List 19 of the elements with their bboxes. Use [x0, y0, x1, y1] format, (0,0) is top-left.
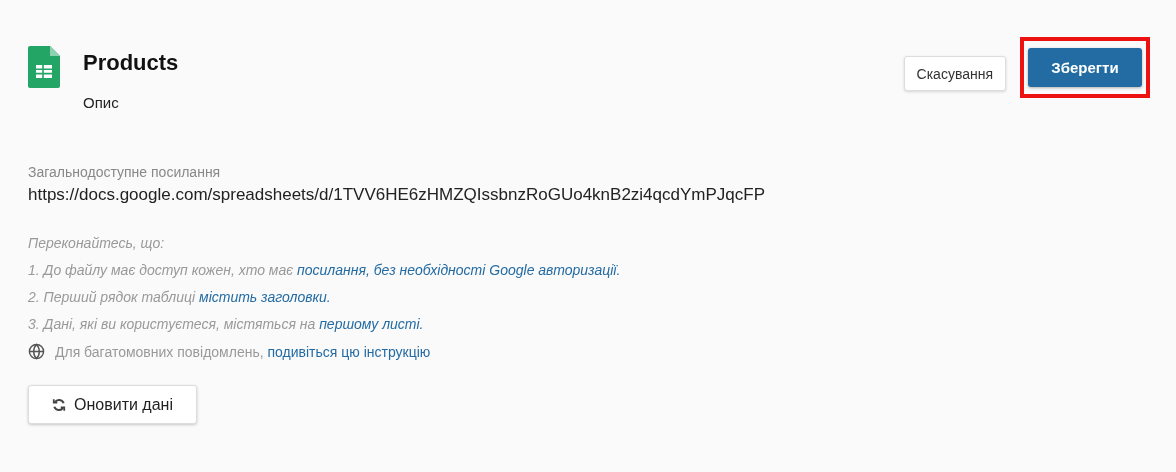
instruction-line: 2. Перший рядок таблиці містить заголовки. — [28, 289, 332, 305]
save-button[interactable]: Зберегти — [1028, 48, 1142, 87]
field-label: Загальнодоступне посилання — [28, 164, 222, 180]
instructions-intro: Переконайтесь, що: — [28, 235, 166, 251]
refresh-button[interactable]: Оновити дані — [28, 385, 197, 424]
globe-icon — [28, 343, 45, 360]
instruction-link[interactable]: посилання, без необхідності Google авторизації. — [297, 262, 621, 278]
sheet-title: Products — [83, 50, 179, 76]
multilingual-note: Для багатомовних повідомлень, подивіться цю інструкцію — [55, 343, 431, 360]
description: Опис — [83, 94, 120, 111]
instruction-link[interactable]: першому листі. — [319, 316, 424, 332]
instruction-link[interactable]: подивіться цю інструкцію — [267, 343, 431, 360]
spreadsheet-file-icon — [28, 46, 60, 88]
cancel-button[interactable]: Скасування — [903, 56, 1006, 91]
instruction-line: 1. До файлу має доступ кожен, хто має посилання, без необхідності Google авторизації. — [28, 262, 622, 278]
instruction-line: 3. Дані, які ви користуєтеся, містяться на першому листі. — [28, 316, 425, 332]
instruction-link[interactable]: містить заголовки. — [199, 289, 331, 305]
link-url: https://docs.google.com/spreadsheets/d/1TVV6HE6zHMZQIssbnzRoGUo4knB2zi4qcdYmPJqcFP — [28, 185, 766, 205]
refresh-icon — [52, 397, 66, 412]
